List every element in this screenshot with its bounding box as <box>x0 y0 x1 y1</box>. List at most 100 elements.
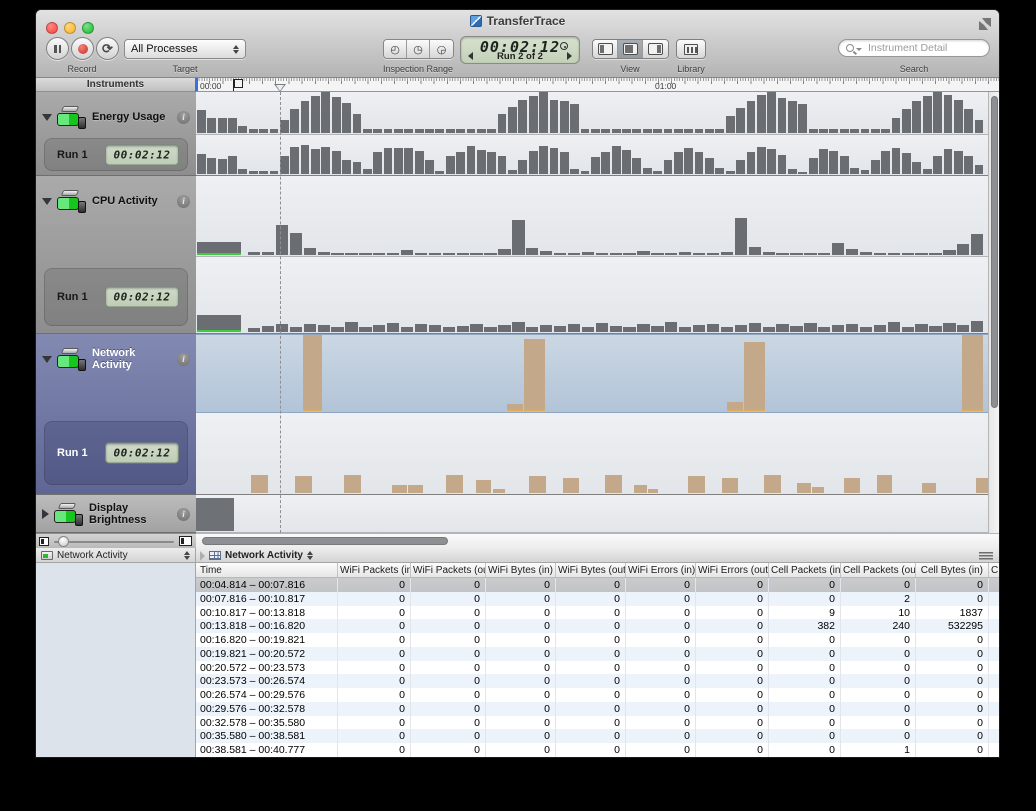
table-cell: 0 <box>841 661 916 675</box>
column-header[interactable]: WiFi Errors (out) <box>696 563 769 577</box>
loop-button[interactable]: ⟳ <box>96 37 119 60</box>
instrument-cpu-activity[interactable]: CPU Activity Run 1 00:02:12 <box>36 176 196 334</box>
target-dropdown[interactable]: All Processes <box>124 39 246 59</box>
table-row[interactable]: 00:10.817 – 00:13.8180000009101837 <box>196 606 999 620</box>
track-energy-usage-run2[interactable] <box>196 92 988 135</box>
table-row[interactable]: 00:29.576 – 00:32.578000000000 <box>196 702 999 716</box>
column-header[interactable]: Time <box>196 563 338 577</box>
table-row[interactable]: 00:19.821 – 00:20.572000000000 <box>196 647 999 661</box>
table-row[interactable]: 00:07.816 – 00:10.817000000020 <box>196 592 999 606</box>
timeline-ruler[interactable]: 00:00 01:00 <box>196 78 999 92</box>
column-header[interactable]: WiFi Packets (out) <box>411 563 486 577</box>
table-row[interactable]: 00:16.820 – 00:19.821000000000 <box>196 633 999 647</box>
run-card[interactable]: Run 1 00:02:12 <box>44 421 188 485</box>
column-header[interactable]: Cell Bytes (in) <box>916 563 989 577</box>
table-cell: 9 <box>769 606 841 620</box>
track-bar <box>443 253 455 255</box>
table-cell: 0 <box>486 729 556 743</box>
table-cell: 0 <box>411 702 486 716</box>
pause-button[interactable] <box>46 37 69 60</box>
info-icon[interactable] <box>177 111 190 124</box>
track-bar <box>487 152 496 174</box>
instrument-display-brightness[interactable]: Display Brightness <box>36 495 196 533</box>
disclosure-triangle[interactable] <box>42 198 52 205</box>
clock-right-icon: ◶ <box>437 43 447 56</box>
search-field[interactable] <box>838 39 990 57</box>
table-row[interactable]: 00:35.580 – 00:38.581000000000 <box>196 729 999 743</box>
table-row[interactable]: 00:13.818 – 00:16.820000000382240532295 <box>196 619 999 633</box>
track-bar <box>456 129 465 133</box>
track-network-activity-run1[interactable] <box>196 413 988 495</box>
column-header[interactable]: WiFi Packets (in) <box>338 563 411 577</box>
info-icon[interactable] <box>177 353 190 366</box>
table-cell: 0 <box>556 702 626 716</box>
track-bar <box>540 325 552 332</box>
column-header[interactable]: WiFi Bytes (in) <box>486 563 556 577</box>
instrument-energy-usage[interactable]: Energy Usage Run 1 00:02:12 <box>36 92 196 176</box>
view-left-pane-button[interactable] <box>593 40 618 58</box>
fullscreen-icon[interactable] <box>979 18 991 30</box>
column-header[interactable]: Cell Packets (out) <box>841 563 916 577</box>
track-cpu-activity-run1[interactable] <box>196 257 988 334</box>
vertical-scrollbar[interactable] <box>988 92 999 533</box>
track-display-brightness-run2[interactable] <box>196 495 988 533</box>
window-title: TransferTrace <box>36 14 999 28</box>
jump-bar-item[interactable]: Network Activity <box>209 550 313 561</box>
instrument-network-activity[interactable]: Network Activity Run 1 00:02:12 <box>36 334 196 495</box>
track-bar <box>342 103 351 133</box>
table-row[interactable]: 00:20.572 – 00:23.573000000000 <box>196 661 999 675</box>
table-cell: 0 <box>696 661 769 675</box>
disclosure-triangle[interactable] <box>42 356 52 363</box>
inspection-range-buttons: ◴ ◷ ◶ <box>383 39 454 59</box>
table-row[interactable]: 00:04.814 – 00:07.816000000000 <box>196 578 999 592</box>
track-bar <box>570 104 579 133</box>
info-icon[interactable] <box>177 195 190 208</box>
column-header[interactable]: Cell Packets (in) <box>769 563 841 577</box>
record-button[interactable] <box>71 37 94 60</box>
table-cell: 0 <box>486 592 556 606</box>
track-cpu-activity-run2[interactable] <box>196 176 988 257</box>
view-right-pane-button[interactable] <box>643 40 668 58</box>
column-header[interactable]: WiFi Errors (in) <box>626 563 696 577</box>
track-bar <box>832 325 844 332</box>
column-options-icon[interactable] <box>979 552 993 560</box>
track-bar <box>861 129 870 133</box>
table-cell-time: 00:20.572 – 00:23.573 <box>196 661 338 675</box>
inspection-range-start-button[interactable]: ◴ <box>384 40 407 58</box>
track-bar <box>664 160 673 174</box>
view-bottom-pane-button[interactable] <box>618 40 643 58</box>
extended-detail-sidebar <box>36 563 196 757</box>
run-card[interactable]: Run 1 00:02:12 <box>44 138 188 171</box>
flag-marker[interactable] <box>233 79 234 91</box>
search-input[interactable] <box>866 41 999 55</box>
track-bar <box>818 327 830 332</box>
horizontal-scrollbar-thumb[interactable] <box>202 537 448 545</box>
disclosure-triangle[interactable] <box>42 114 52 121</box>
table-row[interactable]: 00:23.573 – 00:26.574000000000 <box>196 674 999 688</box>
track-bar <box>207 158 216 174</box>
track-bar <box>651 253 663 255</box>
table-row[interactable]: 00:26.574 – 00:29.576000000000 <box>196 688 999 702</box>
inspection-range-clear-button[interactable]: ◷ <box>407 40 430 58</box>
disclosure-triangle[interactable] <box>42 509 49 519</box>
library-button[interactable] <box>676 39 706 59</box>
slider-knob[interactable] <box>58 536 69 547</box>
track-size-slider[interactable] <box>54 541 174 543</box>
run-card[interactable]: Run 1 00:02:12 <box>44 268 188 326</box>
track-bar <box>331 253 343 255</box>
info-icon[interactable] <box>177 508 190 521</box>
table-row[interactable]: 00:32.578 – 00:35.580000000000 <box>196 716 999 730</box>
column-header[interactable]: WiFi Bytes (out) <box>556 563 626 577</box>
track-bar <box>446 475 463 493</box>
vertical-scrollbar-thumb[interactable] <box>991 96 998 408</box>
table-row[interactable]: 00:38.581 – 00:40.777000000010 <box>196 743 999 757</box>
column-header[interactable]: C <box>989 563 999 577</box>
track-energy-usage-run1[interactable] <box>196 135 988 176</box>
next-run-button[interactable] <box>567 52 572 60</box>
horizontal-scrollbar[interactable] <box>196 533 999 548</box>
track-bar <box>363 129 372 133</box>
view-label: View <box>592 64 668 74</box>
inspection-range-end-button[interactable]: ◶ <box>430 40 453 58</box>
track-network-activity-run2[interactable] <box>196 334 988 413</box>
detail-instrument-popup[interactable]: Network Activity <box>36 548 196 563</box>
